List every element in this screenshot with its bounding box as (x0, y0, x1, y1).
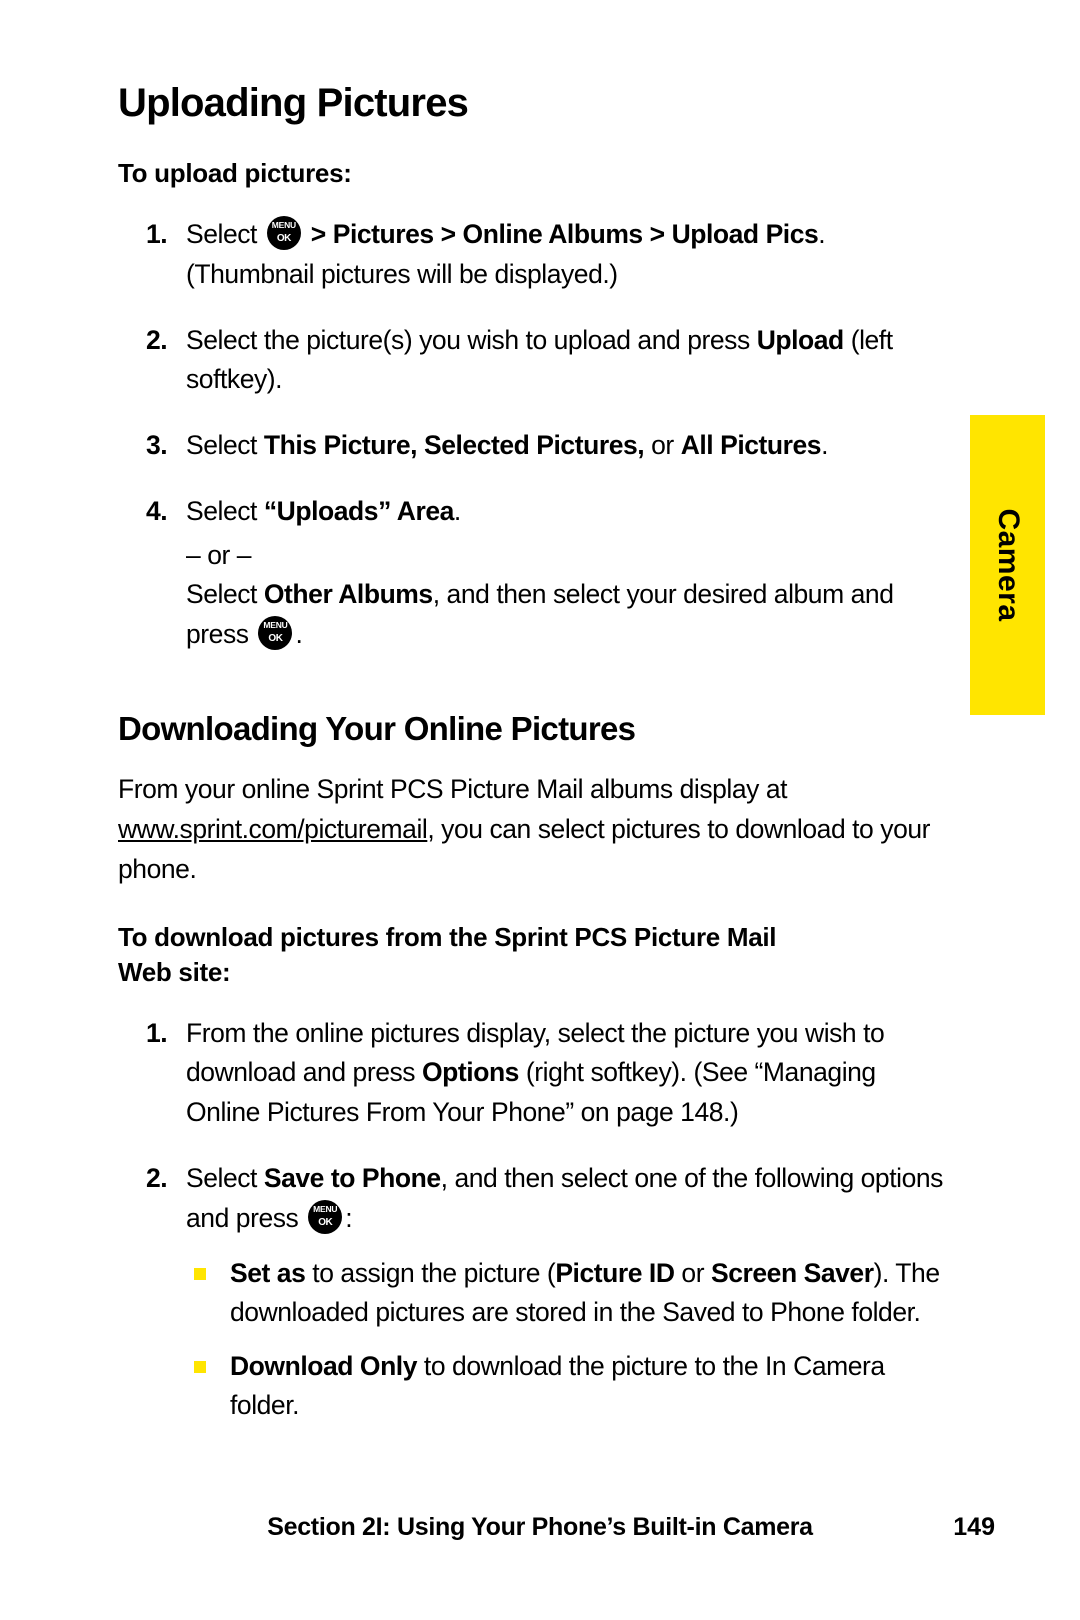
yellow-square-bullet-icon (194, 1361, 206, 1374)
step-alt-bold: Other Albums (263, 579, 433, 610)
list-item: 1. Select MENU OK > Pictures > Online Al… (118, 215, 948, 295)
menu-key-bottom-label: OK (276, 233, 292, 244)
list-item: Download Only to download the picture to… (186, 1347, 948, 1424)
menu-ok-key-icon: MENU OK (258, 616, 293, 650)
list-item: 1. From the online pictures display, sel… (118, 1014, 948, 1133)
subheading-to-upload-pictures: To upload pictures: (118, 158, 352, 188)
list-item: 4. Select “Uploads” Area. – or – Select … (118, 492, 948, 655)
or-separator: – or – (186, 539, 252, 570)
step-text-d: : (345, 1202, 353, 1233)
step-number: 4. (146, 495, 168, 526)
download-steps-list: 1. From the online pictures display, sel… (118, 1014, 948, 1424)
yellow-square-bullet-icon (194, 1268, 206, 1281)
step-number: 1. (146, 1017, 168, 1048)
list-item: Set as to assign the picture (Picture ID… (186, 1254, 948, 1331)
step-text-bold: Options (422, 1057, 519, 1088)
menu-ok-key-icon: MENU OK (266, 216, 301, 250)
step-text-bold-1: This Picture, Selected Pictures, (263, 430, 645, 460)
page-number: 149 (953, 1513, 995, 1541)
bullet-bold-e: Screen Saver (711, 1258, 874, 1289)
step-number: 3. (146, 430, 168, 460)
heading-downloading-online-pictures: Downloading Your Online Pictures (118, 709, 636, 747)
menu-key-bottom-label: OK (318, 1216, 333, 1228)
list-item: 3. Select This Picture, Selected Picture… (118, 426, 948, 466)
bullet-text-b: to assign the picture ( (305, 1258, 556, 1289)
bullet-bold-c: Picture ID (555, 1258, 675, 1289)
step-number: 2. (146, 1162, 168, 1193)
paragraph-download-intro: From your online Sprint PCS Picture Mail… (118, 770, 948, 889)
step-text-bold-2: All Pictures (680, 430, 822, 460)
menu-key-top-label: MENU (313, 1203, 338, 1214)
heading-uploading-pictures: Uploading Pictures (118, 81, 469, 125)
document-page: Camera Uploading Pictures To upload pict… (0, 0, 1080, 1620)
side-tab-camera: Camera (970, 415, 1045, 715)
step-alt-text: Select Other Albums, and then select you… (186, 575, 948, 655)
step-number: 1. (146, 219, 168, 249)
step-text-a: Select (186, 495, 264, 526)
menu-key-top-label: MENU (271, 220, 296, 230)
list-item: 2. Select Save to Phone, and then select… (118, 1159, 948, 1424)
page-content: Uploading Pictures To upload pictures: 1… (118, 80, 948, 1424)
menu-ok-key-icon: MENU OK (308, 1199, 343, 1234)
step-text-c: or (644, 430, 681, 460)
step-number: 2. (146, 324, 168, 355)
subheading-to-download-line1: To download pictures from the Sprint PCS… (118, 921, 777, 952)
footer-section-title: Section 2I: Using Your Phone’s Built-in … (267, 1513, 813, 1541)
menu-key-bottom-label: OK (268, 633, 283, 644)
step-text-c: . (453, 495, 461, 526)
step-text-a: Select (186, 1162, 264, 1193)
step-text-bold: “Uploads” Area (263, 495, 454, 526)
step-text-e: . (821, 430, 829, 460)
bullet-bold-a: Download Only (230, 1351, 418, 1382)
step-text-period: . (818, 219, 826, 249)
paragraph-text-a: From your online Sprint PCS Picture Mail… (118, 774, 788, 805)
step-text-bold: Save to Phone (263, 1162, 441, 1193)
step-text-line2: (Thumbnail pictures will be displayed.) (186, 258, 618, 289)
step-alt-a: Select (186, 579, 264, 610)
step-text-a: Select the picture(s) you wish to upload… (186, 324, 757, 355)
step-text-pre: Select (186, 219, 257, 249)
link-sprint-picturemail[interactable]: www.sprint.com/picturemail (118, 814, 428, 844)
download-options-bullets: Set as to assign the picture (Picture ID… (186, 1254, 948, 1424)
page-footer: Section 2I: Using Your Phone’s Built-in … (0, 1513, 1080, 1542)
upload-steps-list: 1. Select MENU OK > Pictures > Online Al… (118, 215, 948, 655)
bullet-bold-a: Set as (230, 1258, 306, 1289)
side-tab-label: Camera (991, 508, 1025, 622)
subheading-to-download-line2: Web site: (118, 956, 231, 987)
step-text-a: Select (186, 430, 264, 460)
step-text-bold: > Pictures > Online Albums > Upload Pics (310, 219, 819, 249)
step-alt-c: . (295, 619, 303, 649)
bullet-text-d: or (674, 1258, 712, 1289)
list-item: 2. Select the picture(s) you wish to upl… (118, 321, 948, 401)
step-text-bold: Upload (756, 324, 845, 355)
menu-key-top-label: MENU (263, 620, 288, 630)
